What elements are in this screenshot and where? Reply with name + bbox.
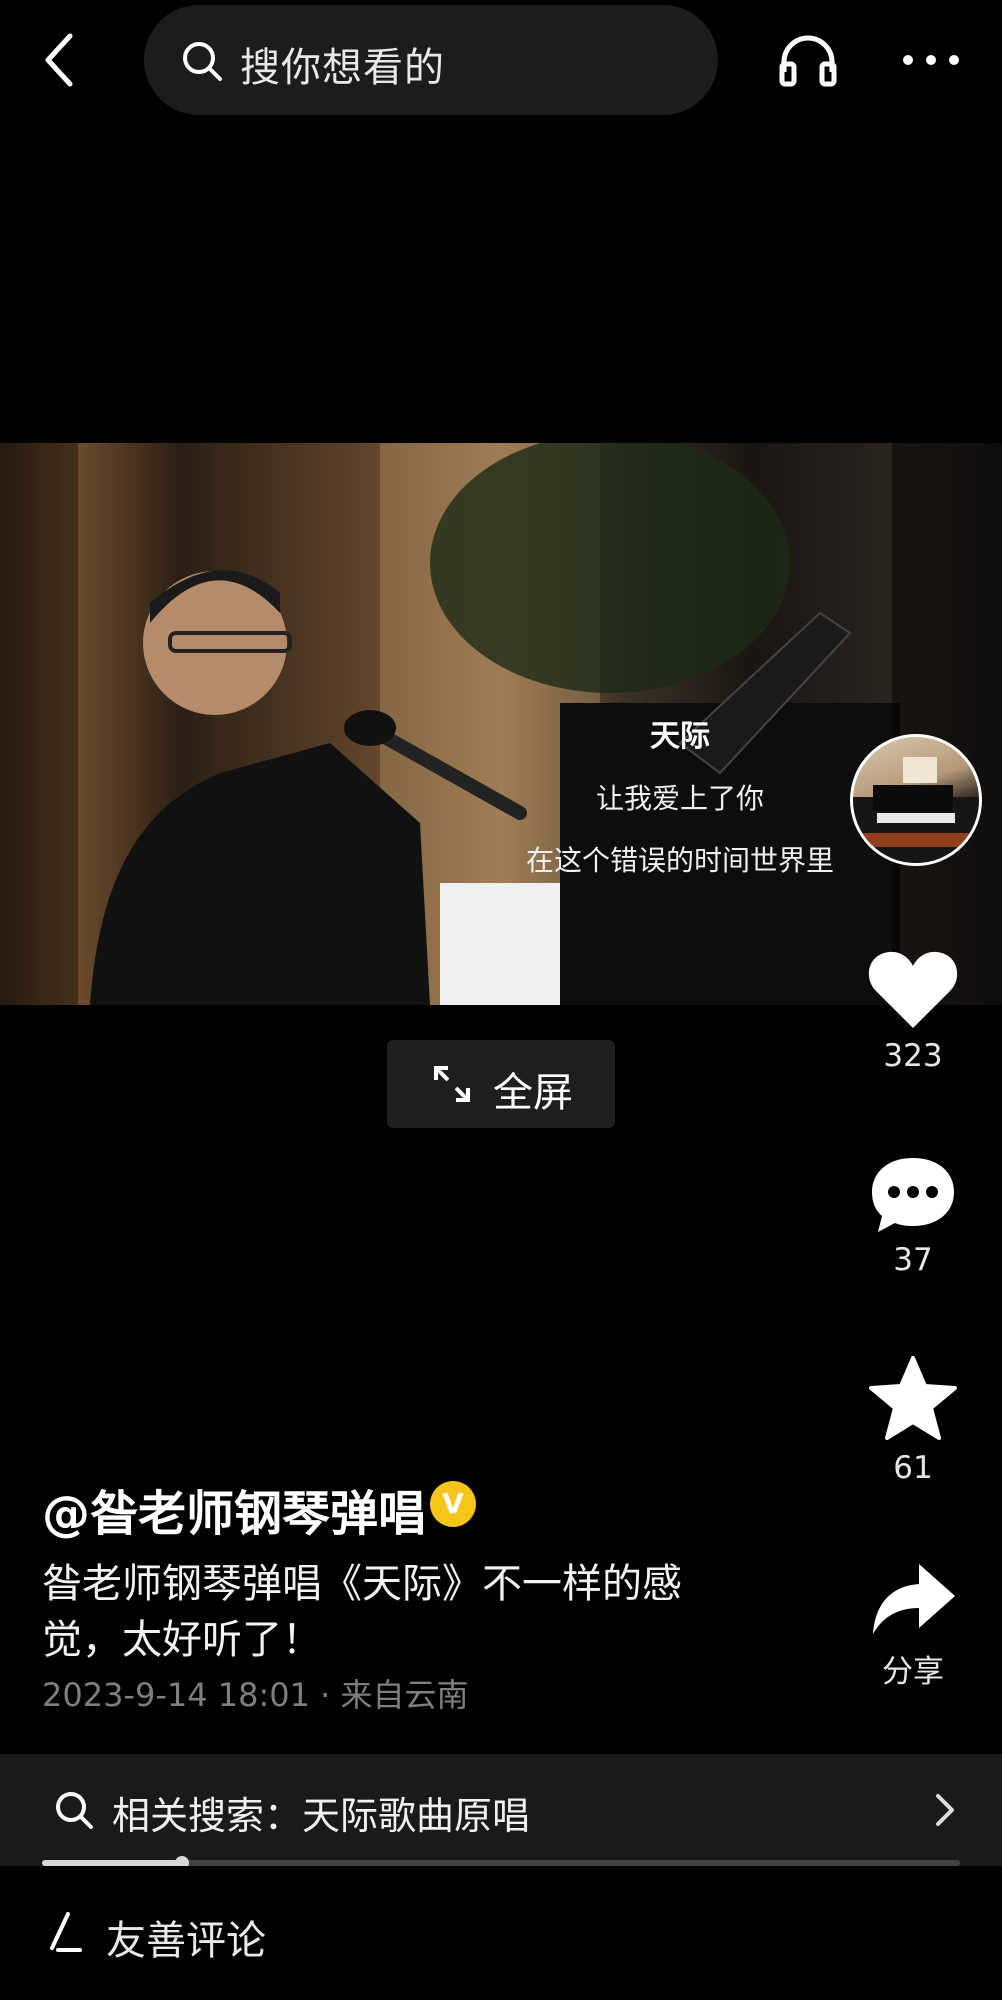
star-icon	[869, 1356, 957, 1440]
video-blur-left	[0, 443, 78, 1005]
video-detail-page: 搜你想看的 天际 让我爱上了你 在这个错误的时间世界里 全屏 323 37 61…	[0, 0, 1002, 2000]
fullscreen-button[interactable]: 全屏	[387, 1040, 615, 1128]
headphone-icon	[779, 35, 837, 87]
comment-placeholder: 友善评论	[106, 1918, 266, 1964]
more-dots-icon	[903, 55, 959, 65]
back-button[interactable]	[36, 28, 86, 92]
fullscreen-label: 全屏	[493, 1070, 573, 1116]
video-blur-right	[892, 443, 1002, 1005]
back-arrow-icon	[45, 33, 73, 87]
comment-bubble-icon	[872, 1158, 954, 1232]
comment-count: 37	[893, 1242, 933, 1278]
search-placeholder: 搜你想看的	[240, 45, 445, 91]
favorite-count: 61	[893, 1450, 933, 1486]
share-button[interactable]: 分享	[860, 1560, 966, 1691]
search-icon	[56, 1792, 93, 1829]
video-player[interactable]: 天际 让我爱上了你 在这个错误的时间世界里	[0, 443, 1002, 1005]
lyric-line: 在这个错误的时间世界里	[525, 844, 834, 877]
share-label: 分享	[882, 1654, 944, 1690]
chevron-right-icon	[936, 1794, 954, 1826]
lyric-line: 让我爱上了你	[595, 782, 764, 815]
expand-icon	[434, 1066, 470, 1102]
search-icon	[183, 42, 222, 81]
lyric-title: 天际	[650, 719, 710, 754]
heart-icon	[868, 951, 958, 1028]
piano-avatar-image	[853, 757, 979, 863]
favorite-button[interactable]: 61	[860, 1356, 966, 1486]
more-button[interactable]	[900, 48, 962, 72]
verified-badge-icon: V	[430, 1481, 476, 1527]
like-count: 323	[883, 1038, 943, 1074]
search-bar[interactable]: 搜你想看的	[144, 5, 718, 115]
author-avatar[interactable]	[850, 734, 982, 866]
like-button[interactable]: 323	[860, 950, 966, 1074]
post-meta: 2023-9-14 18:01 · 来自云南	[42, 1676, 469, 1714]
comment-button[interactable]: 37	[860, 1154, 966, 1278]
lyrics-overlay: 天际 让我爱上了你 在这个错误的时间世界里	[500, 711, 860, 879]
related-search-bar[interactable]: 相关搜索：天际歌曲原唱	[0, 1754, 1002, 1866]
pen-icon	[50, 1912, 82, 1952]
listen-button[interactable]	[778, 32, 838, 88]
related-search-label: 相关搜索：天际歌曲原唱	[112, 1794, 531, 1838]
share-arrow-icon	[873, 1564, 955, 1634]
comment-input-bar[interactable]: 友善评论	[0, 1866, 1002, 2000]
author-name[interactable]: @昝老师钢琴弹唱	[42, 1474, 426, 1544]
post-description: 昝老师钢琴弹唱《天际》不一样的感觉，太好听了！	[42, 1561, 682, 1663]
